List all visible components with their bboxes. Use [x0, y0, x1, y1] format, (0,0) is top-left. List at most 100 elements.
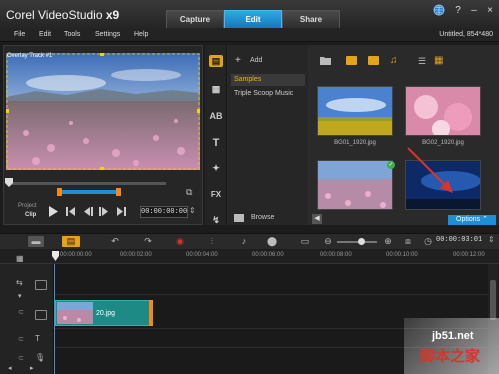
- graphic-icon[interactable]: ✦: [209, 162, 223, 174]
- clock-icon[interactable]: ◷: [421, 236, 435, 247]
- lock-title-icon[interactable]: ⊂: [18, 335, 24, 343]
- add-folder-button[interactable]: Add: [250, 57, 262, 64]
- timecode-stepper[interactable]: ⇕: [189, 206, 199, 218]
- list-view-icon[interactable]: ☰: [418, 56, 426, 67]
- ruler-tick-5: 00:00:10:00: [386, 252, 418, 258]
- next-frame-icon[interactable]: [99, 207, 109, 216]
- ruler-tick-0: 00:00:00:00: [60, 252, 92, 258]
- browse-button[interactable]: Browse: [251, 214, 274, 221]
- folder-icon[interactable]: [320, 56, 331, 65]
- previous-frame-icon[interactable]: [83, 207, 93, 216]
- folder-samples[interactable]: Samples: [231, 74, 305, 86]
- watermark-url: jb51.net: [432, 330, 474, 342]
- zoom-in-icon[interactable]: ⊕: [381, 236, 395, 247]
- home-icon[interactable]: [66, 207, 76, 216]
- path-icon[interactable]: ↯: [209, 214, 223, 226]
- thumbnail-bg02[interactable]: [405, 86, 481, 136]
- trim-start-handle[interactable]: [57, 188, 62, 196]
- show-photos-icon[interactable]: [368, 56, 379, 65]
- timeline-timecode[interactable]: 00:00:03:01: [436, 236, 482, 244]
- ruler-tick-4: 00:00:08:00: [320, 252, 352, 258]
- enlarge-icon[interactable]: ⧉: [186, 187, 196, 197]
- thumbnail-view-icon[interactable]: ▦: [434, 55, 443, 66]
- collapse-library-icon[interactable]: ◀: [312, 214, 322, 224]
- timeline-clip[interactable]: 20.jpg: [55, 300, 152, 326]
- thumbnail-flower-field[interactable]: [317, 160, 393, 210]
- tab-capture[interactable]: Capture: [166, 10, 224, 28]
- timeline-right-arrow-icon[interactable]: ▸: [30, 364, 34, 372]
- watermark-text: 脚本之家: [420, 347, 481, 365]
- preview-window[interactable]: [6, 53, 200, 170]
- project-info: Untitled, 854*480: [439, 31, 493, 38]
- title-track-icon[interactable]: T: [35, 334, 40, 343]
- end-icon[interactable]: [116, 207, 126, 216]
- folder-triple-scoop-music[interactable]: Triple Scoop Music: [234, 90, 293, 97]
- tab-edit[interactable]: Edit: [224, 10, 282, 28]
- options-button[interactable]: Options ⌃: [448, 215, 496, 225]
- ruler-tick-3: 00:00:06:00: [252, 252, 284, 258]
- folder-panel: [228, 45, 308, 225]
- media-icon[interactable]: ▤: [209, 55, 223, 67]
- minimize-icon[interactable]: –: [467, 5, 481, 17]
- zoom-slider-thumb[interactable]: [358, 238, 365, 245]
- ripple-edit-icon[interactable]: ⇆: [16, 278, 23, 287]
- sound-mixer-icon[interactable]: ⫶: [205, 236, 219, 247]
- expand-tracks-icon[interactable]: ▾: [18, 292, 22, 300]
- video-track-icon[interactable]: [35, 280, 47, 290]
- scrubber-bar[interactable]: [8, 182, 166, 185]
- timeline-timecode-stepper[interactable]: ⇕: [488, 235, 495, 244]
- zoom-slider[interactable]: [337, 241, 377, 243]
- globe-icon[interactable]: [432, 4, 446, 16]
- subtitle-icon[interactable]: ▭: [298, 236, 312, 247]
- auto-music-icon[interactable]: ♪: [237, 236, 251, 247]
- menu-settings[interactable]: Settings: [95, 31, 120, 38]
- undo-icon[interactable]: ↶: [108, 236, 122, 247]
- overlay-track-icon[interactable]: [35, 310, 47, 320]
- overlay-track-label: Overlay Track #1: [7, 53, 53, 59]
- zoom-out-icon[interactable]: ⊖: [321, 236, 335, 247]
- tab-share[interactable]: Share: [282, 10, 340, 28]
- scrubber-handle-icon[interactable]: [5, 178, 13, 187]
- browse-icon[interactable]: [234, 214, 244, 222]
- title-icon[interactable]: T: [209, 137, 223, 149]
- show-videos-icon[interactable]: [346, 56, 357, 65]
- track-divider: [54, 294, 499, 295]
- clip-label: 20.jpg: [96, 310, 116, 317]
- clip-end-handle[interactable]: [149, 300, 153, 326]
- filter-icon[interactable]: FX: [209, 189, 223, 201]
- voice-track-icon[interactable]: 🎙: [35, 353, 45, 362]
- instant-project-icon[interactable]: ▦: [209, 83, 223, 95]
- app-title: Corel VideoStudio x9: [6, 8, 120, 22]
- menu-edit[interactable]: Edit: [39, 31, 51, 38]
- record-capture-icon[interactable]: ◉: [173, 236, 187, 247]
- show-audio-icon[interactable]: ♫: [390, 55, 398, 66]
- motion-tracking-icon[interactable]: ⬤: [265, 236, 279, 247]
- menu-help[interactable]: Help: [134, 31, 148, 38]
- annotation-arrow: [407, 147, 453, 193]
- project-mode-label[interactable]: Project: [18, 203, 37, 209]
- menu-file[interactable]: File: [14, 31, 25, 38]
- add-icon[interactable]: +: [235, 55, 241, 66]
- ruler-tick-2: 00:00:04:00: [186, 252, 218, 258]
- help-icon[interactable]: ?: [451, 5, 465, 17]
- player-timecode[interactable]: 00:00:00:00: [140, 206, 188, 218]
- fit-project-icon[interactable]: ⧈: [401, 236, 415, 247]
- timeline-scroll-thumb[interactable]: [490, 280, 496, 320]
- storyboard-view-icon[interactable]: ▬: [28, 236, 44, 247]
- close-icon[interactable]: ×: [483, 5, 497, 17]
- redo-icon[interactable]: ↷: [141, 236, 155, 247]
- play-icon[interactable]: [48, 206, 58, 217]
- clip-mode-label[interactable]: Clip: [25, 212, 36, 218]
- lock-track-icon[interactable]: ⊂: [18, 308, 24, 316]
- trim-end-handle[interactable]: [116, 188, 121, 196]
- lock-voice-icon[interactable]: ⊂: [18, 354, 24, 362]
- menu-tools[interactable]: Tools: [64, 31, 80, 38]
- thumbnail-bg01[interactable]: [317, 86, 393, 136]
- track-manager-icon[interactable]: ▦: [16, 254, 24, 263]
- timeline-left-arrow-icon[interactable]: ◂: [8, 364, 12, 372]
- playhead-icon[interactable]: [52, 251, 59, 261]
- timeline-view-icon[interactable]: ▤: [62, 236, 80, 247]
- transition-icon[interactable]: AB: [209, 110, 223, 122]
- trim-range[interactable]: [60, 190, 118, 194]
- checkmark-icon: ✓: [387, 161, 395, 169]
